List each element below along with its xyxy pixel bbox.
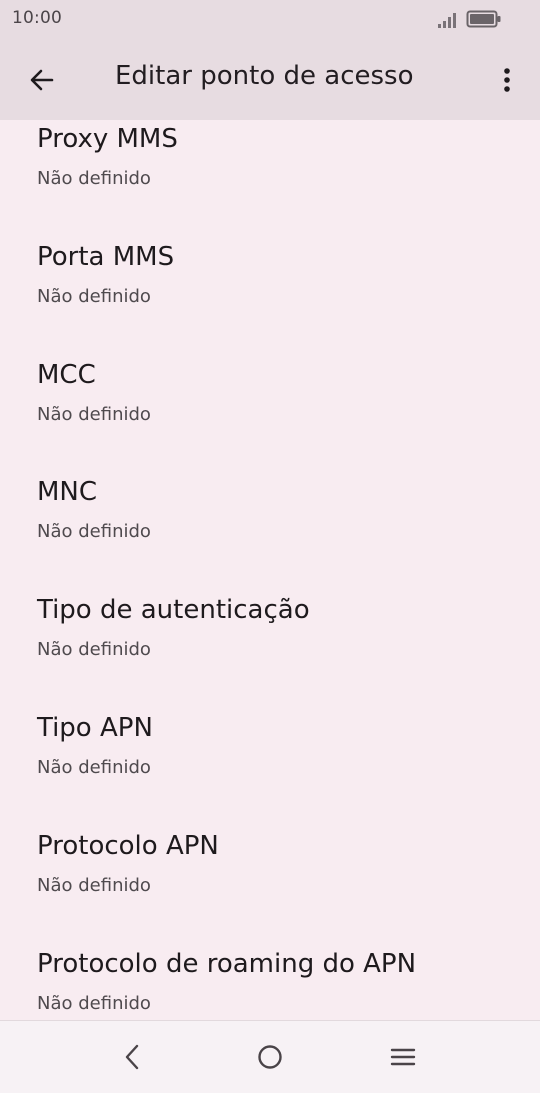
settings-list: Proxy MMS Não definido Porta MMS Não def… xyxy=(0,120,540,1020)
nav-back-button[interactable] xyxy=(111,1035,155,1079)
list-item-porta-mms[interactable]: Porta MMS Não definido xyxy=(0,242,540,360)
nav-home-icon xyxy=(258,1045,282,1069)
status-bar: 10:00 xyxy=(0,0,540,38)
item-summary: Não definido xyxy=(37,521,151,542)
list-item-protocolo-apn[interactable]: Protocolo APN Não definido xyxy=(0,831,540,949)
item-summary: Não definido xyxy=(37,404,151,425)
item-title: Tipo APN xyxy=(37,713,153,743)
navigation-bar xyxy=(0,1020,540,1093)
item-title: MCC xyxy=(37,360,96,390)
item-summary: Não definido xyxy=(37,757,151,778)
battery-icon xyxy=(466,10,501,28)
item-title: Protocolo de roaming do APN xyxy=(37,949,417,979)
item-summary: Não definido xyxy=(37,639,151,660)
more-vert-icon xyxy=(504,68,510,92)
arrow-back-icon xyxy=(30,69,54,91)
item-title: MNC xyxy=(37,477,98,507)
nav-menu-icon xyxy=(390,1048,416,1066)
signal-icon xyxy=(438,13,456,28)
page-title: Editar ponto de acesso xyxy=(115,61,414,91)
list-item-tipo-apn[interactable]: Tipo APN Não definido xyxy=(0,713,540,831)
item-summary: Não definido xyxy=(37,286,151,307)
app-bar: Editar ponto de acesso xyxy=(0,38,540,120)
item-title: Porta MMS xyxy=(37,242,175,272)
nav-home-button[interactable] xyxy=(248,1035,292,1079)
item-summary: Não definido xyxy=(37,875,151,896)
more-options-button[interactable] xyxy=(484,56,530,104)
nav-menu-button[interactable] xyxy=(381,1035,425,1079)
list-item-protocolo-roaming-apn[interactable]: Protocolo de roaming do APN Não definido xyxy=(0,949,540,1020)
item-title: Tipo de autenticação xyxy=(37,595,310,625)
item-summary: Não definido xyxy=(37,993,151,1014)
item-summary: Não definido xyxy=(37,168,151,189)
list-item-mnc[interactable]: MNC Não definido xyxy=(0,477,540,595)
list-item-tipo-autenticacao[interactable]: Tipo de autenticação Não definido xyxy=(0,595,540,713)
item-title: Protocolo APN xyxy=(37,831,219,861)
list-item-proxy-mms[interactable]: Proxy MMS Não definido xyxy=(0,124,540,242)
back-button[interactable] xyxy=(18,56,66,104)
list-item-mcc[interactable]: MCC Não definido xyxy=(0,360,540,478)
nav-back-icon xyxy=(125,1044,139,1070)
status-time: 10:00 xyxy=(12,8,62,28)
item-title: Proxy MMS xyxy=(37,124,178,154)
